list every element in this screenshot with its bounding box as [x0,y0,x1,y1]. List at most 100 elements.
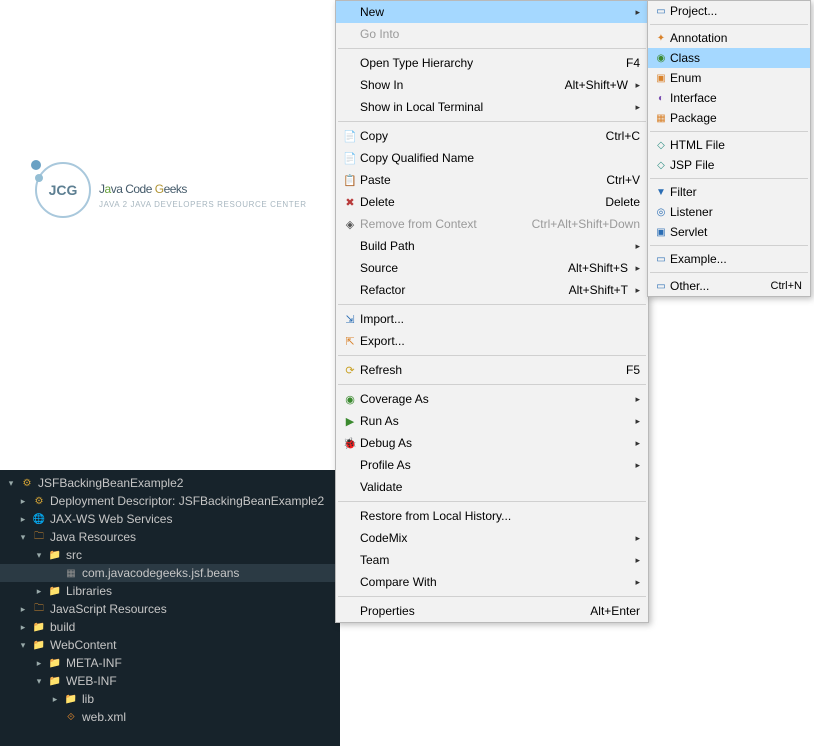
annotation-icon: ✦ [652,31,670,45]
menu-item-label: Interface [670,91,802,105]
menu-item-show-in-local-terminal[interactable]: Show in Local Terminal▸ [336,96,648,118]
listener-icon: ◎ [652,205,670,219]
tree-item[interactable]: ▸📁build [0,618,340,636]
menu-item-project[interactable]: ▭Project... [648,1,810,21]
menu-item-accelerator: Alt+Shift+W [565,78,628,92]
blank-icon [340,457,360,473]
menu-item-filter[interactable]: ▼Filter [648,182,810,202]
tree-item[interactable]: ▸📁META-INF [0,654,340,672]
menu-item-paste[interactable]: 📋PasteCtrl+V [336,169,648,191]
menu-item-enum[interactable]: ▣Enum [648,68,810,88]
tree-twisty-icon[interactable]: ▸ [18,622,28,633]
logo-badge-icon: JCG [35,162,91,218]
menu-item-class[interactable]: ◉Class [648,48,810,68]
menu-item-accelerator: Delete [605,195,640,209]
menu-item-import[interactable]: ⇲Import... [336,308,648,330]
chevron-right-icon: ▸ [628,7,640,18]
menu-item-build-path[interactable]: Build Path▸ [336,235,648,257]
menu-item-accelerator: F4 [626,56,640,70]
menu-item-label: Profile As [360,458,628,472]
tree-twisty-icon[interactable]: ▾ [18,640,28,651]
project-icon: ▭ [652,4,670,18]
menu-item-properties[interactable]: PropertiesAlt+Enter [336,600,648,622]
menu-item-show-in[interactable]: Show InAlt+Shift+W▸ [336,74,648,96]
tree-item[interactable]: ▸⚙Deployment Descriptor: JSFBackingBeanE… [0,492,340,510]
menu-item-label: Annotation [670,31,802,45]
tree-cfg-icon: ⚙ [32,494,46,508]
tree-twisty-icon[interactable]: ▸ [34,586,44,597]
tree-item[interactable]: ▾⚙JSFBackingBeanExample2 [0,474,340,492]
tree-twisty-icon[interactable]: ▸ [18,496,28,507]
tree-twisty-icon[interactable]: ▾ [34,550,44,561]
tree-twisty-icon[interactable]: ▸ [34,658,44,669]
menu-item-jsp-file[interactable]: ◇JSP File [648,155,810,175]
menu-item-run-as[interactable]: ▶Run As▸ [336,410,648,432]
menu-item-validate[interactable]: Validate [336,476,648,498]
menu-item-interface[interactable]: ◐Interface [648,88,810,108]
tree-item[interactable]: ▸⟐web.xml [0,708,340,726]
menu-item-refactor[interactable]: RefactorAlt+Shift+T▸ [336,279,648,301]
tree-item-label: build [50,620,75,634]
chevron-right-icon: ▸ [628,416,640,427]
menu-item-export[interactable]: ⇱Export... [336,330,648,352]
chevron-right-icon: ▸ [628,394,640,405]
blank-icon [340,479,360,495]
menu-item-label: Delete [360,195,597,209]
menu-item-package[interactable]: ▦Package [648,108,810,128]
tree-item[interactable]: ▸🌐JAX-WS Web Services [0,510,340,528]
logo-subtitle: Java 2 Java Developers Resource Center [99,200,307,209]
menu-item-label: Paste [360,173,598,187]
enum-icon: ▣ [652,71,670,85]
menu-item-open-type-hierarchy[interactable]: Open Type HierarchyF4 [336,52,648,74]
menu-item-label: Show in Local Terminal [360,100,628,114]
menu-item-compare-with[interactable]: Compare With▸ [336,571,648,593]
menu-item-label: Remove from Context [360,217,524,231]
menu-item-go-into: Go Into [336,23,648,45]
tree-item[interactable]: ▾📁WebContent [0,636,340,654]
menu-item-other[interactable]: ▭Other...Ctrl+N [648,276,810,296]
run-as-icon: ▶ [340,413,360,429]
menu-item-new[interactable]: New▸ [336,1,648,23]
menu-item-delete[interactable]: ✖DeleteDelete [336,191,648,213]
menu-item-example[interactable]: ▭Example... [648,249,810,269]
menu-item-coverage-as[interactable]: ◉Coverage As▸ [336,388,648,410]
tree-item[interactable]: ▾📁src [0,546,340,564]
tree-twisty-icon[interactable]: ▾ [18,532,28,543]
menu-item-team[interactable]: Team▸ [336,549,648,571]
chevron-right-icon: ▸ [628,555,640,566]
menu-item-label: Restore from Local History... [360,509,640,523]
copy-icon: 📄 [340,128,360,144]
menu-item-restore-from-local-history[interactable]: Restore from Local History... [336,505,648,527]
tree-twisty-icon[interactable]: ▸ [18,604,28,615]
menu-separator [338,48,646,49]
menu-item-annotation[interactable]: ✦Annotation [648,28,810,48]
menu-item-html-file[interactable]: ◇HTML File [648,135,810,155]
menu-separator [650,272,808,273]
menu-item-label: Enum [670,71,802,85]
menu-item-debug-as[interactable]: 🐞Debug As▸ [336,432,648,454]
tree-item[interactable]: ▸🗀JavaScript Resources [0,600,340,618]
project-explorer[interactable]: ▾⚙JSFBackingBeanExample2▸⚙Deployment Des… [0,470,340,746]
menu-item-copy-qualified-name[interactable]: 📄Copy Qualified Name [336,147,648,169]
menu-item-profile-as[interactable]: Profile As▸ [336,454,648,476]
tree-item[interactable]: ▸▦com.javacodegeeks.jsf.beans [0,564,340,582]
tree-twisty-icon[interactable]: ▸ [18,514,28,525]
tree-item[interactable]: ▸📁Libraries [0,582,340,600]
tree-item[interactable]: ▸📁lib [0,690,340,708]
menu-separator [338,501,646,502]
menu-item-copy[interactable]: 📄CopyCtrl+C [336,125,648,147]
tree-item[interactable]: ▾📁WEB-INF [0,672,340,690]
menu-item-label: Properties [360,604,582,618]
menu-item-codemix[interactable]: CodeMix▸ [336,527,648,549]
import-icon: ⇲ [340,311,360,327]
menu-item-refresh[interactable]: ⟳RefreshF5 [336,359,648,381]
tree-item[interactable]: ▾🗀Java Resources [0,528,340,546]
tree-twisty-icon[interactable]: ▾ [34,676,44,687]
menu-item-listener[interactable]: ◎Listener [648,202,810,222]
tree-twisty-icon[interactable]: ▾ [6,478,16,489]
menu-item-label: Listener [670,205,802,219]
menu-item-servlet[interactable]: ▣Servlet [648,222,810,242]
menu-item-label: Compare With [360,575,628,589]
menu-item-source[interactable]: SourceAlt+Shift+S▸ [336,257,648,279]
tree-twisty-icon[interactable]: ▸ [50,694,60,705]
